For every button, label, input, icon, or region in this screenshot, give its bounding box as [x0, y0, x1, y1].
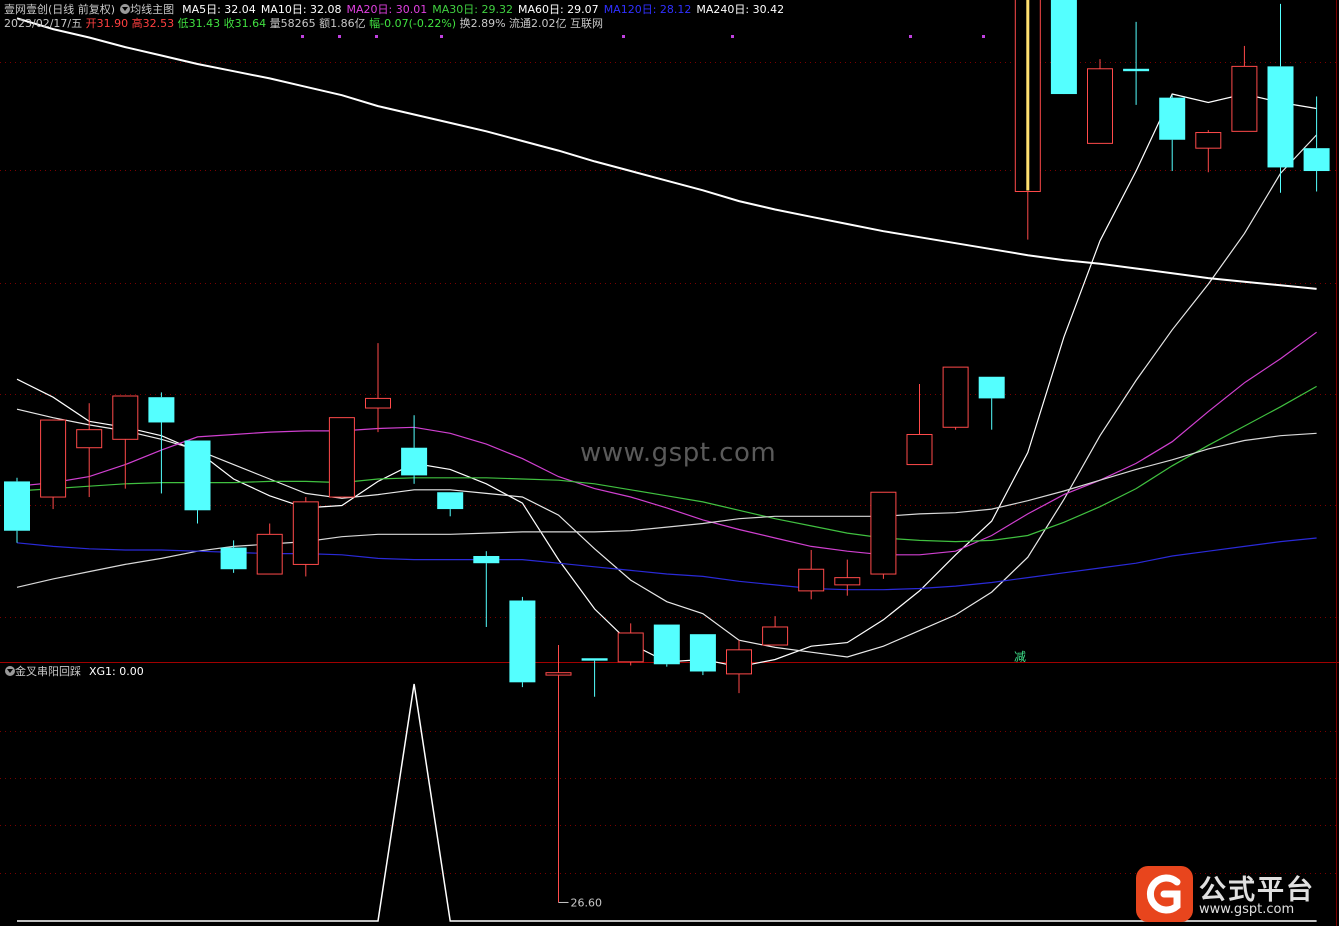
dropdown-icon[interactable] — [5, 666, 15, 676]
candle-body — [834, 577, 861, 586]
candle-body — [545, 672, 572, 676]
candle-body — [1267, 66, 1294, 168]
info-field: 2023/02/17/五 — [4, 17, 86, 30]
candle-body — [798, 568, 825, 592]
candle-body — [40, 419, 67, 498]
candle-body — [365, 397, 391, 409]
sub-indicator-name[interactable]: 金叉串阳回踩 — [15, 665, 81, 678]
candle-body — [76, 429, 103, 449]
candle-body — [689, 634, 716, 672]
logo-g-icon — [1146, 874, 1181, 914]
xg1-value: XG1: 0.00 — [89, 665, 144, 678]
info-field: 收31.64 — [223, 17, 270, 30]
chart-stage: 35.1826.60 壹网壹创(日线 前复权)均线主图MA5日: 32.04MA… — [0, 0, 1339, 926]
ma120-line — [16, 537, 1317, 591]
ma-legend-item: MA60日: 29.07 — [517, 3, 599, 16]
header-line-1: 壹网壹创(日线 前复权) 均线主图 MA5日: 32.04 MA10日: 32.08 M… — [4, 3, 789, 17]
signal-dot — [440, 35, 443, 38]
candle-body — [581, 658, 608, 661]
signal-dot — [338, 35, 341, 38]
low-label: 26.60 — [571, 896, 603, 909]
logo-mark — [1136, 866, 1193, 922]
info-field: 低31.43 — [177, 17, 224, 30]
signal-dot — [982, 35, 985, 38]
candle-body — [401, 447, 428, 476]
candle-body — [437, 492, 464, 510]
candle-body — [942, 366, 969, 428]
info-field: 流通2.02亿 — [509, 17, 571, 30]
candle-body — [256, 533, 283, 575]
sub-header: 金叉串阳回踩 XG1: 0.00 — [4, 665, 144, 679]
candle-body — [509, 600, 536, 683]
candle-body — [328, 417, 355, 498]
candle-body — [1123, 68, 1150, 72]
info-field: 高32.53 — [131, 17, 178, 30]
watermark-text: www.gspt.com — [580, 438, 777, 468]
ma-legend-item: MA240日: 30.42 — [696, 3, 785, 16]
candle-body — [617, 632, 644, 663]
info-field: 量58265 — [269, 17, 320, 30]
candle-body — [1195, 132, 1222, 149]
info-field: 幅-0.07(-0.22%) — [369, 17, 460, 30]
info-field: 换2.89% — [459, 17, 510, 30]
info-field: 额1.86亿 — [319, 17, 370, 30]
ma10-line — [16, 134, 1318, 658]
candle-body — [1087, 68, 1113, 144]
ma-legend-item: MA10日: 32.08 — [260, 3, 342, 16]
xg1-line — [17, 683, 1317, 922]
header-info-line: 2023/02/17/五 开31.90 高32.53 低31.43 收31.64… — [4, 17, 603, 31]
indicator-name[interactable]: 均线主图 — [130, 3, 174, 16]
candle-body — [762, 626, 789, 646]
ma240-line — [16, 17, 1317, 290]
candle-body — [473, 555, 500, 564]
candle-body — [112, 395, 139, 440]
ma-legend: MA5日: 32.04 MA10日: 32.08 MA20日: 30.01 MA30日… — [182, 3, 789, 16]
logo-url: www.gspt.com — [1199, 902, 1295, 917]
candle-body — [184, 440, 211, 511]
info-field: 开31.90 — [85, 17, 132, 30]
candle-body — [1050, 0, 1077, 95]
signal-dot — [375, 35, 378, 38]
stock-title: 壹网壹创(日线 前复权) — [4, 3, 116, 16]
ma-legend-item: MA30日: 29.32 — [432, 3, 513, 16]
gspt-logo: 公式平台 www.gspt.com — [1136, 866, 1336, 922]
info-field: 互联网 — [570, 17, 604, 30]
limit-up-stripe — [1026, 0, 1030, 191]
candle-body — [906, 433, 933, 466]
candle-body — [653, 624, 680, 665]
candle-body — [1303, 148, 1330, 172]
candle-body — [148, 397, 175, 423]
candle-body — [726, 649, 752, 675]
ma-legend-item: MA5日: 32.04 — [182, 3, 256, 16]
ma-legend-item: MA20日: 30.01 — [346, 3, 428, 16]
dropdown-icon[interactable] — [120, 4, 131, 14]
signal-label: 减 — [1014, 650, 1027, 664]
signal-dot — [909, 35, 912, 38]
signal-dot — [731, 35, 734, 38]
candle-body — [220, 547, 247, 570]
signal-dot — [622, 35, 625, 38]
candle-body — [870, 491, 897, 575]
candle-body — [4, 481, 30, 531]
candle-body — [1231, 65, 1258, 132]
signal-dot — [301, 35, 304, 38]
candle-body — [978, 376, 1005, 399]
ma-legend-item: MA120日: 28.12 — [603, 3, 692, 16]
candle-body — [1159, 97, 1186, 140]
candle-body — [292, 501, 319, 565]
